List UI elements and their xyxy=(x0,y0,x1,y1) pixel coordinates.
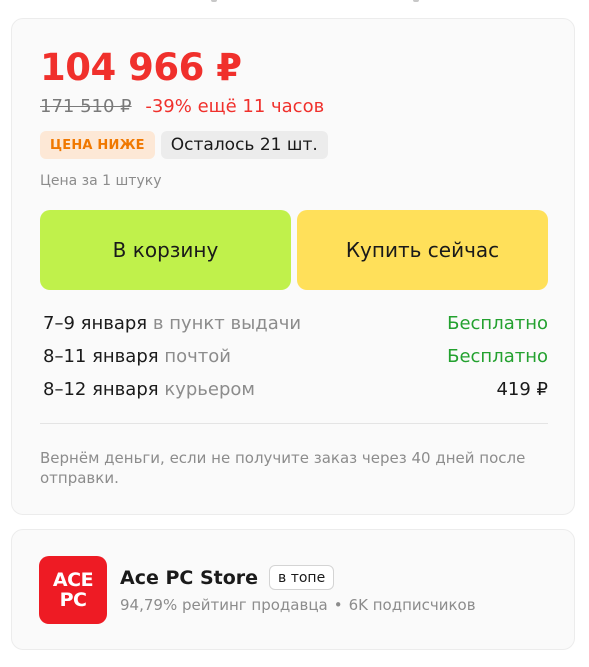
top-seller-badge: в топе xyxy=(269,565,335,590)
unit-price-note: Цена за 1 штуку xyxy=(40,173,162,189)
delivery-option-pickup: 7–9 января в пункт выдачи Бесплатно xyxy=(43,312,548,336)
buy-now-button[interactable]: Купить сейчас xyxy=(297,210,548,290)
seller-logo[interactable]: ACE PC xyxy=(39,556,107,624)
delivery-method: почтой xyxy=(164,346,231,367)
delivery-dates: 8–11 января xyxy=(43,346,159,367)
delivery-dates: 7–9 января xyxy=(43,313,148,334)
badges-row: ЦЕНА НИЖЕ Осталось 21 шт. xyxy=(40,131,328,159)
seller-stats: 94,79% рейтинг продавца • 6K подписчиков xyxy=(120,596,476,614)
seller-subscribers: 6K подписчиков xyxy=(348,596,476,614)
delivery-cost: Бесплатно xyxy=(447,313,548,334)
delivery-cost: Бесплатно xyxy=(447,346,548,367)
delivery-method: курьером xyxy=(164,379,255,400)
clipped-text-fragment xyxy=(211,0,217,2)
clipped-text-fragment xyxy=(413,0,419,2)
old-price-row: 171 510 ₽ -39% ещё 11 часов xyxy=(40,95,324,119)
delivery-cost: 419 ₽ xyxy=(496,379,548,400)
price-card: 104 966 ₽ 171 510 ₽ -39% ещё 11 часов ЦЕ… xyxy=(11,18,575,515)
stock-badge: Осталось 21 шт. xyxy=(160,131,328,159)
seller-card[interactable]: ACE PC Ace PC Store в топе 94,79% рейтин… xyxy=(11,529,575,650)
current-price: 104 966 ₽ xyxy=(40,46,242,89)
lower-price-badge: ЦЕНА НИЖЕ xyxy=(40,131,155,159)
refund-guarantee-note: Вернём деньги, если не получите заказ че… xyxy=(40,449,526,487)
discount-text: -39% ещё 11 часов xyxy=(145,96,325,117)
logo-text-line1: ACE xyxy=(52,569,94,591)
delivery-method: в пункт выдачи xyxy=(152,313,302,334)
delivery-option-courier: 8–12 января курьером 419 ₽ xyxy=(43,378,548,402)
logo-text-line2: PC xyxy=(59,589,87,611)
seller-name[interactable]: Ace PC Store xyxy=(120,567,258,589)
previous-section-edge xyxy=(0,0,589,4)
delivery-option-post: 8–11 января почтой Бесплатно xyxy=(43,345,548,369)
old-price: 171 510 ₽ xyxy=(40,96,132,117)
delivery-dates: 8–12 января xyxy=(43,379,159,400)
add-to-cart-button[interactable]: В корзину xyxy=(40,210,291,290)
separator-dot: • xyxy=(333,596,343,614)
divider xyxy=(40,423,548,424)
seller-rating: 94,79% рейтинг продавца xyxy=(120,596,328,614)
